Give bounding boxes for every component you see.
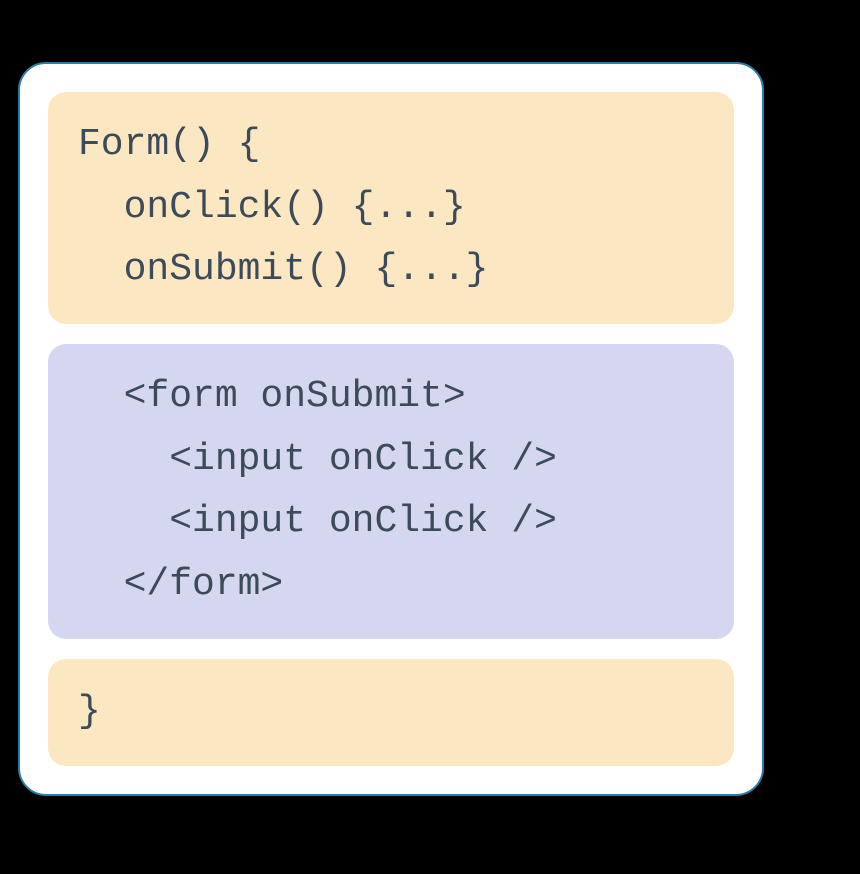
code-block-top: Form() { onClick() {...} onSubmit() {...…	[48, 92, 734, 324]
code-block-middle: <form onSubmit> <input onClick /> <input…	[48, 344, 734, 639]
code-block-bottom: }	[48, 659, 734, 766]
code-card: Form() { onClick() {...} onSubmit() {...…	[18, 62, 764, 796]
